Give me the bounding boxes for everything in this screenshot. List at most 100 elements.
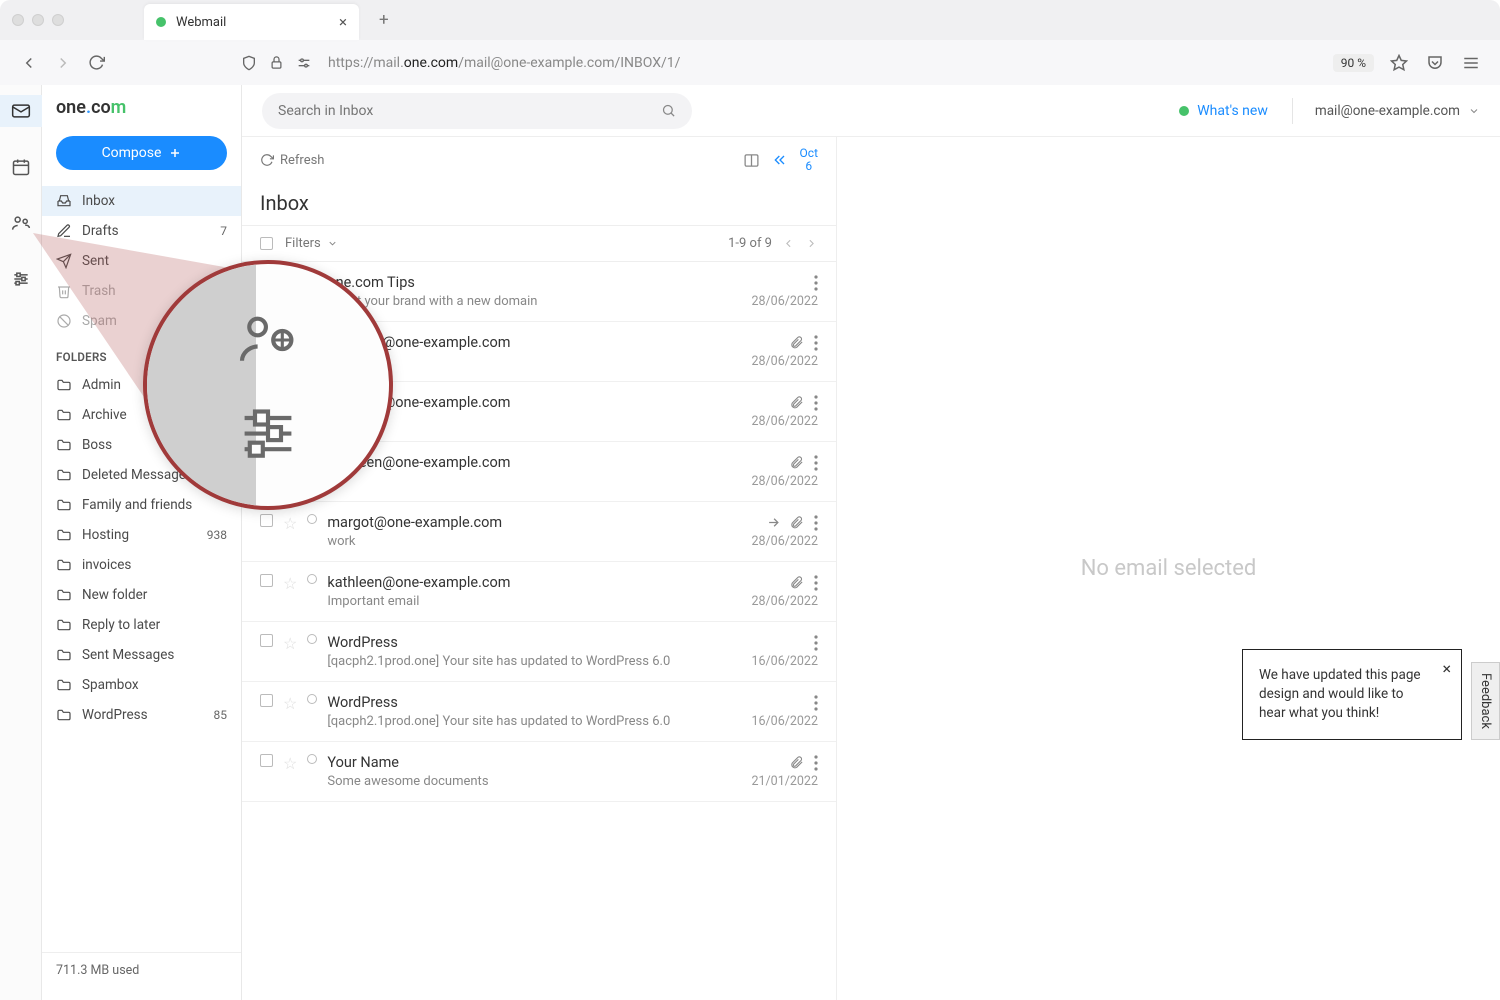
storage-used: 711.3 MB used xyxy=(42,952,241,988)
pocket-icon[interactable] xyxy=(1426,54,1444,72)
message-row[interactable]: ☆ kathleen@one-example.com Important ema… xyxy=(242,562,836,622)
search-icon[interactable] xyxy=(661,103,676,118)
whats-new-link[interactable]: What's new xyxy=(1179,103,1268,119)
prev-page-icon[interactable] xyxy=(782,237,795,250)
read-indicator-icon[interactable] xyxy=(307,574,317,584)
message-checkbox[interactable] xyxy=(260,634,273,647)
message-subject: [qacph2.1prod.one] Your site has updated… xyxy=(327,654,751,669)
folder-icon xyxy=(56,647,72,663)
more-icon[interactable] xyxy=(814,755,818,771)
folder-hosting[interactable]: Hosting938 xyxy=(42,520,241,550)
status-dot-icon xyxy=(1179,106,1189,116)
read-indicator-icon[interactable] xyxy=(307,514,317,524)
attachment-icon xyxy=(789,755,804,770)
message-date: 21/01/2022 xyxy=(751,774,818,789)
folder-icon xyxy=(56,497,72,513)
filters-button[interactable]: Filters xyxy=(285,236,338,251)
read-indicator-icon[interactable] xyxy=(307,754,317,764)
message-row[interactable]: ☆ Your Name Some awesome documents 21/01… xyxy=(242,742,836,802)
refresh-button[interactable]: Refresh xyxy=(260,153,324,168)
reload-button[interactable] xyxy=(88,54,105,71)
star-icon[interactable]: ☆ xyxy=(283,514,297,533)
more-icon[interactable] xyxy=(814,275,818,291)
maximize-window-icon[interactable] xyxy=(52,14,64,26)
read-indicator-icon[interactable] xyxy=(307,634,317,644)
message-checkbox[interactable] xyxy=(260,694,273,707)
rail-settings[interactable] xyxy=(0,263,42,295)
message-date: 28/06/2022 xyxy=(751,354,818,369)
message-checkbox[interactable] xyxy=(260,514,273,527)
star-icon[interactable]: ☆ xyxy=(283,694,297,713)
folder-drafts[interactable]: Drafts7 xyxy=(42,216,241,246)
more-icon[interactable] xyxy=(814,575,818,591)
next-page-icon[interactable] xyxy=(805,237,818,250)
message-date: 28/06/2022 xyxy=(751,534,818,549)
folder-icon xyxy=(56,467,72,483)
collapse-icon[interactable] xyxy=(772,152,788,168)
star-icon[interactable]: ☆ xyxy=(283,634,297,653)
feedback-tab[interactable]: Feedback xyxy=(1471,662,1500,740)
message-checkbox[interactable] xyxy=(260,754,273,767)
message-subject: work xyxy=(327,534,751,549)
folder-wordpress[interactable]: WordPress85 xyxy=(42,700,241,730)
rail-contacts[interactable] xyxy=(0,207,42,239)
account-menu[interactable]: mail@one-example.com xyxy=(1315,103,1480,119)
folder-icon xyxy=(56,527,72,543)
folder-new-folder[interactable]: New folder xyxy=(42,580,241,610)
shield-icon[interactable] xyxy=(241,55,257,71)
message-row[interactable]: ☆ WordPress [qacph2.1prod.one] Your site… xyxy=(242,622,836,682)
folder-inbox[interactable]: Inbox xyxy=(42,186,241,216)
zoom-level[interactable]: 90 % xyxy=(1333,54,1374,72)
message-sender: kathleen@one-example.com xyxy=(327,334,781,351)
message-date: 16/06/2022 xyxy=(751,714,818,729)
browser-tab[interactable]: Webmail × xyxy=(144,4,359,40)
menu-icon[interactable] xyxy=(1462,54,1480,72)
folder-sent-messages[interactable]: Sent Messages xyxy=(42,640,241,670)
message-subject: [qacph2.1prod.one] Your site has updated… xyxy=(327,714,751,729)
folder-invoices[interactable]: invoices xyxy=(42,550,241,580)
star-icon[interactable]: ☆ xyxy=(283,574,297,593)
folder-reply-to-later[interactable]: Reply to later xyxy=(42,610,241,640)
message-subject: Important email xyxy=(327,594,751,609)
rail-mail[interactable] xyxy=(0,95,42,127)
read-indicator-icon[interactable] xyxy=(307,694,317,704)
close-feedback-icon[interactable]: × xyxy=(1442,658,1451,680)
close-window-icon[interactable] xyxy=(12,14,24,26)
message-row[interactable]: ☆ WordPress [qacph2.1prod.one] Your site… xyxy=(242,682,836,742)
message-date: 28/06/2022 xyxy=(751,474,818,489)
contacts-large-icon xyxy=(237,308,299,370)
back-button[interactable] xyxy=(20,54,38,72)
star-icon[interactable]: ☆ xyxy=(283,754,297,773)
layout-toggle-icon[interactable] xyxy=(743,152,760,169)
new-tab-button[interactable]: + xyxy=(379,10,389,30)
site-security-icons xyxy=(241,55,312,71)
date-button[interactable]: Oct6 xyxy=(800,147,818,173)
rail-calendar[interactable] xyxy=(0,151,42,183)
folder-icon xyxy=(56,557,72,573)
bookmark-star-icon[interactable] xyxy=(1390,54,1408,72)
permissions-icon[interactable] xyxy=(296,55,312,71)
minimize-window-icon[interactable] xyxy=(32,14,44,26)
tab-title: Webmail xyxy=(176,15,329,30)
folder-sidebar: one.com Compose InboxDrafts7SentTrashSpa… xyxy=(42,85,242,1000)
search-input[interactable] xyxy=(278,103,661,119)
address-bar[interactable]: https://mail.one.com/mail@one-example.co… xyxy=(328,55,1317,71)
close-tab-icon[interactable]: × xyxy=(339,13,347,31)
forward-button[interactable] xyxy=(54,54,72,72)
more-icon[interactable] xyxy=(814,695,818,711)
message-checkbox[interactable] xyxy=(260,574,273,587)
more-icon[interactable] xyxy=(814,395,818,411)
search-box[interactable] xyxy=(262,93,692,129)
inbox-icon xyxy=(56,193,72,209)
select-all-checkbox[interactable] xyxy=(260,237,273,250)
more-icon[interactable] xyxy=(814,455,818,471)
lock-icon[interactable] xyxy=(269,55,284,70)
more-icon[interactable] xyxy=(814,635,818,651)
more-icon[interactable] xyxy=(814,515,818,531)
more-icon[interactable] xyxy=(814,335,818,351)
spam-icon xyxy=(56,313,72,329)
message-row[interactable]: ☆ margot@one-example.com work 28/06/2022 xyxy=(242,502,836,562)
preview-pane: No email selected xyxy=(837,137,1500,1000)
folder-spambox[interactable]: Spambox xyxy=(42,670,241,700)
compose-button[interactable]: Compose xyxy=(56,136,227,170)
